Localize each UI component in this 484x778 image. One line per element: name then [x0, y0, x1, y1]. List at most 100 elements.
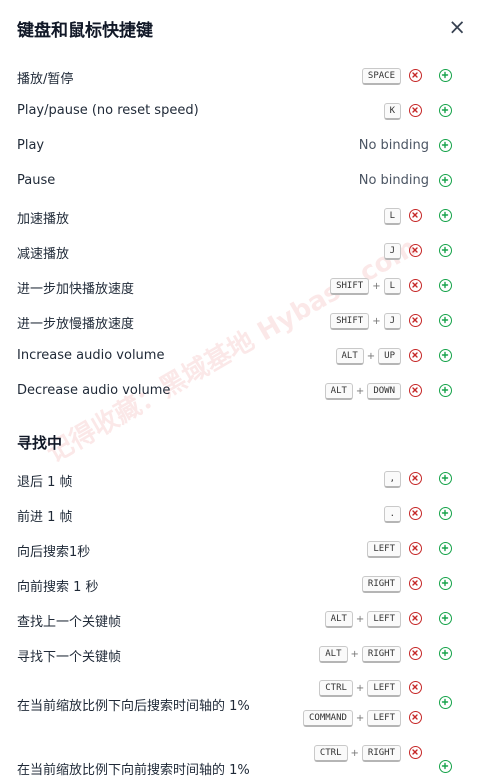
shortcut-row: Decrease audio volume ALT + DOWN	[0, 375, 484, 409]
add-binding-icon[interactable]	[439, 472, 452, 485]
shortcut-label: 减速播放	[17, 247, 70, 262]
remove-binding-icon[interactable]	[409, 244, 422, 257]
key-cap: .	[383, 506, 401, 523]
plus-sign: +	[350, 649, 359, 660]
shortcut-label: 在当前缩放比例下向后搜索时间轴的 1%	[17, 699, 250, 714]
plus-sign: +	[355, 713, 365, 724]
shortcut-row-multi: 在当前缩放比例下向前搜索时间轴的 1% CTRL + RIGHT	[0, 745, 484, 778]
shortcut-row: 寻找下一个关键帧 ALT + RIGHT	[0, 638, 484, 672]
remove-binding-icon[interactable]	[409, 472, 422, 485]
remove-binding-icon[interactable]	[409, 384, 422, 397]
key-cap: J	[383, 243, 401, 260]
add-binding-icon[interactable]	[439, 760, 452, 773]
key-cap: COMMAND	[302, 710, 353, 727]
key-cap: LEFT	[367, 680, 401, 697]
add-binding-icon[interactable]	[439, 612, 452, 625]
plus-sign: +	[355, 386, 365, 397]
plus-sign: +	[355, 614, 365, 625]
add-binding-icon[interactable]	[439, 314, 452, 327]
remove-binding-icon[interactable]	[409, 279, 422, 292]
shortcut-label: Play/pause (no reset speed)	[17, 103, 199, 118]
key-combo: ALT + UP	[335, 348, 401, 365]
key-cap: ,	[383, 471, 401, 488]
add-binding-icon[interactable]	[439, 244, 452, 257]
key-combo: ALT + DOWN	[324, 383, 401, 400]
dialog-title: 键盘和鼠标快捷键	[17, 21, 153, 41]
key-combo: SHIFT + L	[330, 278, 401, 295]
remove-binding-icon[interactable]	[409, 542, 422, 555]
remove-binding-icon[interactable]	[409, 104, 422, 117]
plus-sign: +	[350, 748, 359, 759]
no-binding-text: No binding	[358, 138, 429, 153]
key-cap: J	[383, 313, 401, 330]
shortcut-row: 进一步放慢播放速度 SHIFT + J	[0, 305, 484, 339]
key-combo: CTRL + RIGHT	[313, 745, 401, 762]
shortcut-row: 减速播放 J	[0, 235, 484, 269]
plus-sign: +	[372, 281, 381, 292]
add-binding-icon[interactable]	[439, 577, 452, 590]
remove-binding-icon[interactable]	[409, 314, 422, 327]
key-combo: RIGHT	[361, 576, 401, 593]
add-binding-icon[interactable]	[439, 507, 452, 520]
shortcut-row: 播放/暂停 SPACE	[0, 60, 484, 94]
plus-sign: +	[355, 683, 365, 694]
key-cap: ALT	[335, 348, 364, 365]
shortcut-label: 前进 1 帧	[17, 510, 73, 525]
shortcut-row: Pause No binding	[0, 165, 484, 199]
shortcut-label: 寻找下一个关键帧	[17, 650, 122, 665]
add-binding-icon[interactable]	[439, 209, 452, 222]
shortcut-row: 向前搜索 1 秒 RIGHT	[0, 568, 484, 602]
shortcut-label: Increase audio volume	[17, 348, 165, 363]
key-cap: UP	[378, 348, 401, 365]
close-icon[interactable]: ×	[448, 15, 466, 39]
remove-binding-icon[interactable]	[409, 711, 422, 724]
shortcut-label: 向后搜索1秒	[17, 545, 91, 560]
key-combo: ALT + RIGHT	[319, 646, 401, 663]
key-cap: LEFT	[367, 541, 401, 558]
remove-binding-icon[interactable]	[409, 612, 422, 625]
add-binding-icon[interactable]	[439, 139, 452, 152]
key-combo: CTRL + LEFT	[319, 680, 401, 697]
remove-binding-icon[interactable]	[409, 647, 422, 660]
shortcut-row: Play/pause (no reset speed) K	[0, 95, 484, 129]
key-cap: ALT	[319, 646, 348, 663]
key-combo: ALT + LEFT	[324, 611, 401, 628]
add-binding-icon[interactable]	[439, 696, 452, 709]
shortcut-label: Decrease audio volume	[17, 383, 171, 398]
add-binding-icon[interactable]	[439, 384, 452, 397]
add-binding-icon[interactable]	[439, 279, 452, 292]
add-binding-icon[interactable]	[439, 647, 452, 660]
shortcut-label: 在当前缩放比例下向前搜索时间轴的 1%	[17, 763, 250, 778]
remove-binding-icon[interactable]	[409, 349, 422, 362]
remove-binding-icon[interactable]	[409, 69, 422, 82]
add-binding-icon[interactable]	[439, 174, 452, 187]
key-combo: K	[383, 103, 401, 120]
key-cap: L	[383, 278, 401, 295]
shortcut-row-multi: 在当前缩放比例下向后搜索时间轴的 1% CTRL + LEFT COMMAND + LEFT	[0, 680, 484, 740]
shortcut-label: Pause	[17, 173, 56, 188]
key-cap: CTRL	[313, 745, 348, 762]
key-combo: No binding	[359, 173, 429, 188]
shortcut-row: 查找上一个关键帧 ALT + LEFT	[0, 603, 484, 637]
shortcut-label: 加速播放	[17, 212, 70, 227]
key-cap: RIGHT	[361, 745, 401, 762]
dialog-header: 键盘和鼠标快捷键 ×	[0, 0, 484, 58]
remove-binding-icon[interactable]	[409, 209, 422, 222]
remove-binding-icon[interactable]	[409, 507, 422, 520]
add-binding-icon[interactable]	[439, 349, 452, 362]
shortcut-row: 前进 1 帧.	[0, 498, 484, 532]
no-binding-text: No binding	[358, 173, 429, 188]
remove-binding-icon[interactable]	[409, 577, 422, 590]
key-combo: LEFT	[367, 541, 401, 558]
key-cap: SPACE	[361, 68, 401, 85]
remove-binding-icon[interactable]	[409, 746, 422, 759]
add-binding-icon[interactable]	[439, 104, 452, 117]
add-binding-icon[interactable]	[439, 69, 452, 82]
add-binding-icon[interactable]	[439, 542, 452, 555]
remove-binding-icon[interactable]	[409, 681, 422, 694]
shortcut-label: 向前搜索 1 秒	[17, 580, 99, 595]
shortcut-row: 退后 1 帧,	[0, 463, 484, 497]
key-cap: RIGHT	[361, 576, 401, 593]
key-cap: DOWN	[367, 383, 401, 400]
shortcut-row: 进一步加快播放速度 SHIFT + L	[0, 270, 484, 304]
